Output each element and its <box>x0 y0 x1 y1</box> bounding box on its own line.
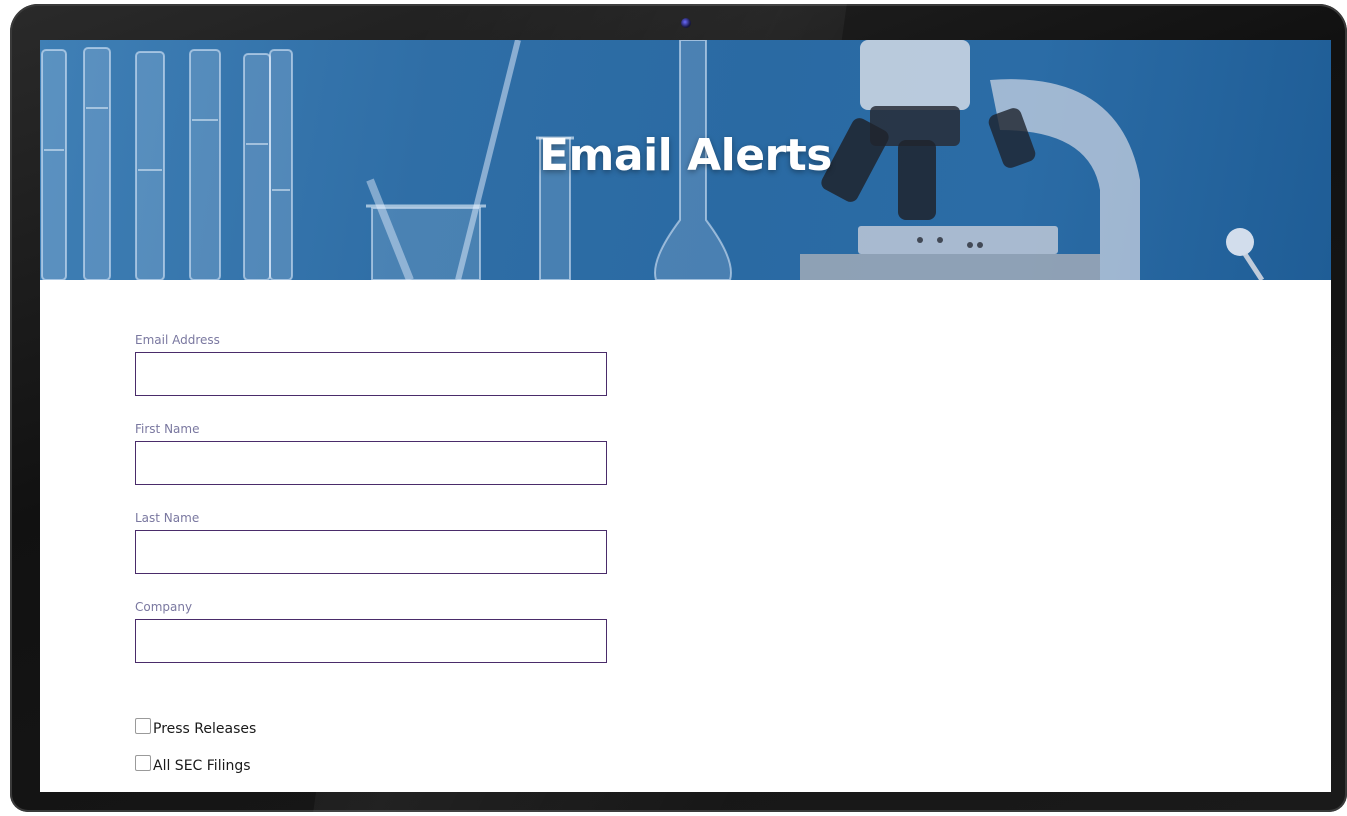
press-releases-label[interactable]: Press Releases <box>153 721 256 737</box>
company-label: Company <box>135 600 193 614</box>
hero-banner: Email Alerts <box>40 40 1331 280</box>
press-releases-option[interactable]: Press Releases <box>135 718 256 740</box>
laptop-frame: Email Alerts Email Address First Name La… <box>10 4 1347 812</box>
camera-icon <box>681 18 691 28</box>
screen: Email Alerts Email Address First Name La… <box>40 40 1331 792</box>
email-alerts-form: Email Address First Name Last Name Compa… <box>135 332 615 688</box>
first-name-field-group: First Name <box>135 421 615 485</box>
page-title: Email Alerts <box>539 130 832 181</box>
first-name-label: First Name <box>135 422 200 436</box>
last-name-input[interactable] <box>135 530 607 574</box>
email-input[interactable] <box>135 352 607 396</box>
company-field-group: Company <box>135 599 615 663</box>
email-label: Email Address <box>135 333 220 347</box>
first-name-input[interactable] <box>135 441 607 485</box>
subscription-options: Press Releases All SEC Filings <box>135 718 256 792</box>
sec-filings-checkbox[interactable] <box>135 755 151 771</box>
company-input[interactable] <box>135 619 607 663</box>
last-name-field-group: Last Name <box>135 510 615 574</box>
sec-filings-label[interactable]: All SEC Filings <box>153 758 251 774</box>
email-field-group: Email Address <box>135 332 615 396</box>
last-name-label: Last Name <box>135 511 200 525</box>
press-releases-checkbox[interactable] <box>135 718 151 734</box>
sec-filings-option[interactable]: All SEC Filings <box>135 755 256 777</box>
